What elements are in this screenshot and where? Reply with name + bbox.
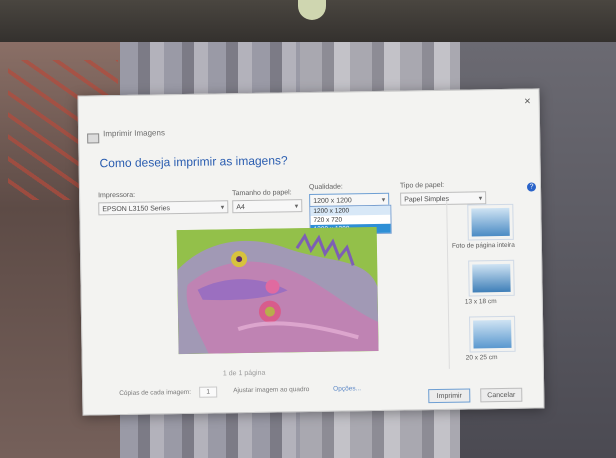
- dialog-heading: Como deseja imprimir as imagens?: [99, 153, 288, 171]
- layout-full-page[interactable]: [467, 203, 514, 241]
- preview-page-nav: 1 de 1 página: [222, 369, 266, 378]
- layout-caption: Foto de página inteira: [451, 241, 515, 250]
- layout-20x25[interactable]: [469, 315, 516, 353]
- layout-thumbnail: [473, 319, 512, 349]
- window-title: Imprimir Imagens: [103, 128, 165, 139]
- webcam: [298, 0, 326, 20]
- cancel-button[interactable]: Cancelar: [480, 387, 523, 403]
- layout-thumbnail: [471, 207, 510, 237]
- layout-caption: 20 x 25 cm: [465, 354, 498, 362]
- chevron-down-icon: ▾: [220, 204, 225, 212]
- chevron-down-icon: ▾: [294, 203, 299, 211]
- iguana-image: [176, 226, 379, 355]
- printer-label: Impressora:: [98, 191, 136, 200]
- layout-caption: 13 x 18 cm: [464, 298, 497, 306]
- printer-select[interactable]: EPSON L3150 Series ▾: [98, 200, 229, 216]
- close-icon[interactable]: ×: [524, 96, 531, 108]
- paper-size-value: A4: [236, 204, 245, 212]
- image-preview: [176, 226, 379, 355]
- options-link[interactable]: Opções...: [333, 385, 361, 392]
- monitor-bezel: [0, 0, 616, 42]
- quality-value: 1200 x 1200: [313, 197, 352, 205]
- layout-thumbnail: [472, 263, 511, 293]
- fit-picture-checkbox-label[interactable]: Ajustar imagem ao quadro: [233, 386, 309, 394]
- print-button[interactable]: Imprimir: [428, 388, 471, 404]
- paper-type-label: Tipo de papel:: [399, 181, 445, 190]
- print-pictures-dialog: Imprimir Imagens × Como deseja imprimir …: [77, 88, 545, 416]
- paper-size-select[interactable]: A4 ▾: [232, 199, 303, 214]
- layout-sidebar: Foto de página inteira 13 x 18 cm 20 x 2…: [446, 199, 534, 369]
- paper-size-label: Tamanho do papel:: [232, 189, 292, 198]
- paper-type-value: Papel Simples: [404, 195, 449, 204]
- copies-input[interactable]: 1: [199, 386, 218, 398]
- photo-scene: Imprimir Imagens × Como deseja imprimir …: [0, 0, 616, 458]
- quality-label: Qualidade:: [308, 183, 343, 192]
- printer-value: EPSON L3150 Series: [102, 205, 171, 214]
- question-icon[interactable]: ?: [526, 182, 537, 192]
- printer-app-icon: [87, 133, 100, 144]
- layout-13x18[interactable]: [468, 259, 515, 297]
- copies-label: Cópias de cada imagem:: [119, 388, 192, 398]
